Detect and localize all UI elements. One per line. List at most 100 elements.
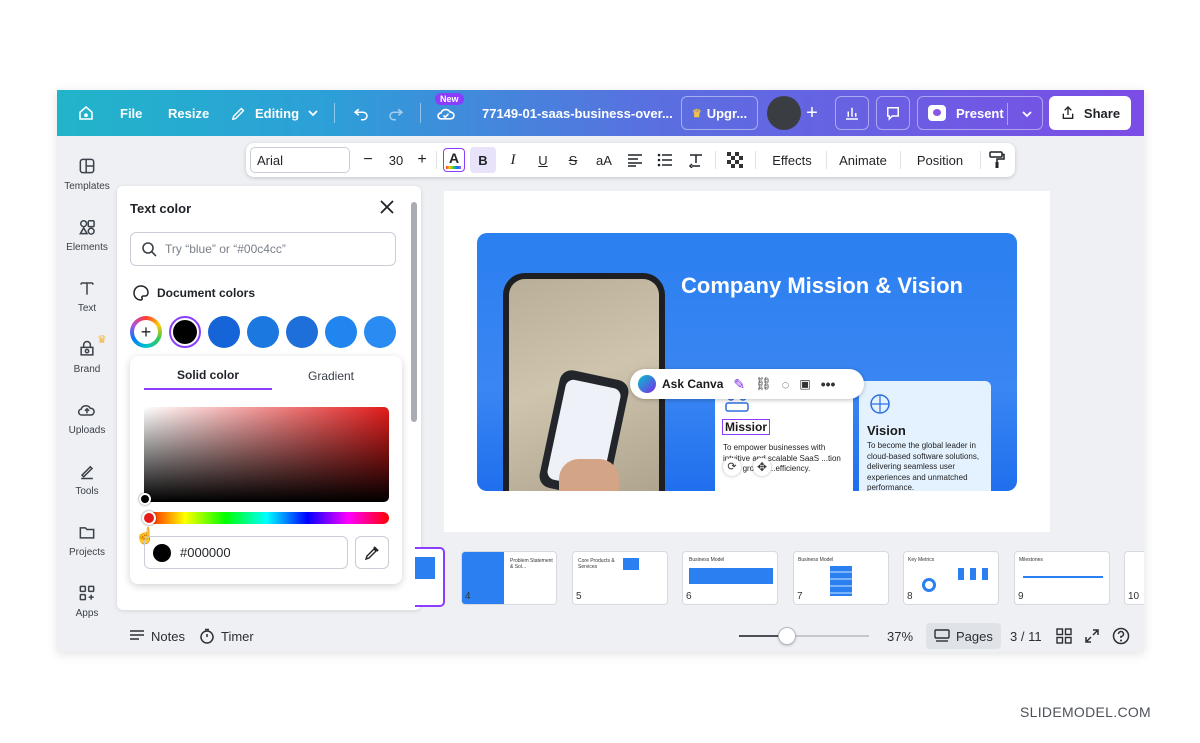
vision-heading[interactable]: Vision bbox=[867, 423, 906, 438]
insights-button[interactable] bbox=[835, 96, 869, 130]
animate-button[interactable]: Animate bbox=[832, 143, 894, 177]
underline-button[interactable]: U bbox=[532, 143, 554, 177]
panel-scrollbar[interactable] bbox=[411, 194, 417, 604]
plus-icon: + bbox=[134, 320, 158, 344]
list-icon[interactable] bbox=[654, 143, 676, 177]
add-collaborator-icon[interactable]: + bbox=[801, 96, 823, 130]
resize-menu[interactable]: Resize bbox=[168, 90, 209, 136]
strikethrough-button[interactable]: S bbox=[562, 143, 584, 177]
sidebar-item-templates[interactable]: Templates bbox=[57, 156, 117, 212]
color-swatch[interactable] bbox=[325, 316, 357, 348]
font-size-input[interactable]: 30 bbox=[382, 143, 410, 177]
redo-icon[interactable] bbox=[383, 96, 409, 130]
ask-canva-button[interactable]: Ask Canva bbox=[662, 377, 723, 391]
sidebar-item-text[interactable]: Text bbox=[57, 278, 117, 334]
thumbnail-title: Business Model bbox=[798, 557, 834, 563]
rotate-handle-icon[interactable]: ⟳ bbox=[723, 458, 741, 476]
slide-hero-banner[interactable]: Company Mission & Vision Missior To empo… bbox=[477, 233, 1017, 491]
vision-text[interactable]: To become the global leader in cloud-bas… bbox=[867, 441, 989, 491]
page-thumbnail-10[interactable]: 10 bbox=[1124, 551, 1144, 605]
fullscreen-icon[interactable] bbox=[1084, 620, 1100, 652]
decrease-font-size-button[interactable]: − bbox=[358, 143, 378, 177]
effects-button[interactable]: Effects bbox=[764, 143, 820, 177]
grid-view-icon[interactable] bbox=[1056, 620, 1072, 652]
zoom-level[interactable]: 37% bbox=[887, 620, 913, 652]
page-thumbnail-7[interactable]: Business Model 7 bbox=[793, 551, 889, 605]
increase-font-size-button[interactable]: + bbox=[412, 143, 432, 177]
hex-value[interactable]: #000000 bbox=[180, 545, 231, 560]
pages-button[interactable]: Pages bbox=[926, 623, 1001, 649]
undo-icon[interactable] bbox=[348, 96, 374, 130]
tab-gradient[interactable]: Gradient bbox=[272, 362, 390, 390]
chevron-down-icon[interactable] bbox=[1021, 108, 1033, 120]
eyedropper-button[interactable] bbox=[355, 536, 389, 569]
page-thumbnail-6[interactable]: Business Model 6 bbox=[682, 551, 778, 605]
sidebar-item-brand[interactable]: Brand ♛ bbox=[57, 334, 117, 395]
avatar[interactable] bbox=[767, 96, 801, 130]
sidebar-item-projects[interactable]: Projects bbox=[57, 522, 117, 578]
sidebar-item-uploads[interactable]: Uploads bbox=[57, 400, 117, 456]
page-thumbnail-8[interactable]: Key Metrics 8 bbox=[903, 551, 999, 605]
mission-text[interactable]: To empower businesses with intuitive and… bbox=[723, 443, 845, 475]
sidebar-item-apps[interactable]: Apps bbox=[57, 583, 117, 639]
color-swatch-selected[interactable] bbox=[169, 316, 201, 348]
zoom-slider[interactable] bbox=[739, 627, 869, 645]
present-button[interactable]: Present bbox=[917, 96, 1043, 130]
paint-roller-icon[interactable] bbox=[986, 143, 1008, 177]
vision-card[interactable]: Vision To become the global leader in cl… bbox=[859, 381, 991, 491]
mission-heading[interactable]: Missior bbox=[722, 419, 771, 435]
color-search-field[interactable]: Try “blue” or “#00c4cc” bbox=[130, 232, 396, 266]
text-color-button[interactable]: A bbox=[441, 143, 467, 177]
document-title[interactable]: 77149-01-saas-business-over... bbox=[482, 90, 673, 136]
align-left-icon[interactable] bbox=[624, 143, 646, 177]
add-color-button[interactable]: + bbox=[130, 316, 162, 348]
link-icon[interactable]: ⛓ bbox=[755, 376, 772, 392]
page-thumbnail-4[interactable]: Problem Statement & Sol... 4 bbox=[461, 551, 557, 605]
home-icon[interactable] bbox=[73, 96, 99, 130]
page-thumbnail-9[interactable]: Milestones 9 bbox=[1014, 551, 1110, 605]
current-page-thumbnail[interactable] bbox=[415, 547, 445, 607]
ask-canva-toolbar: Ask Canva ✎ ⛓ ◌ ▣ ••• bbox=[630, 369, 864, 399]
spacing-icon[interactable] bbox=[685, 143, 707, 177]
hue-slider[interactable] bbox=[142, 511, 389, 525]
page-thumbnail-5[interactable]: Core Products & Services 5 bbox=[572, 551, 668, 605]
help-icon[interactable] bbox=[1112, 620, 1130, 652]
share-button[interactable]: Share bbox=[1049, 96, 1131, 130]
font-family-select[interactable]: Arial bbox=[250, 147, 350, 173]
saturation-handle[interactable] bbox=[139, 493, 151, 505]
bold-button[interactable]: B bbox=[470, 147, 496, 173]
comment-button[interactable] bbox=[876, 96, 910, 130]
saturation-field[interactable] bbox=[139, 407, 389, 505]
close-icon[interactable] bbox=[377, 197, 397, 217]
notes-button[interactable]: Notes bbox=[129, 620, 185, 652]
position-button[interactable]: Position bbox=[906, 143, 974, 177]
zoom-slider-handle[interactable] bbox=[778, 627, 796, 645]
thumbnail-title: Problem Statement & Sol... bbox=[510, 558, 553, 570]
timer-button[interactable]: Timer bbox=[199, 620, 254, 652]
italic-button[interactable]: I bbox=[502, 143, 524, 177]
slide-canvas[interactable]: Company Mission & Vision Missior To empo… bbox=[444, 191, 1050, 532]
editing-label: Editing bbox=[255, 105, 300, 121]
upgrade-button[interactable]: ♛ Upgr... bbox=[681, 96, 758, 130]
magic-wand-icon[interactable]: ✎ bbox=[733, 376, 745, 393]
sidebar-item-elements[interactable]: Elements bbox=[57, 217, 117, 273]
editing-menu[interactable]: Editing bbox=[230, 90, 319, 136]
more-options-icon[interactable]: ••• bbox=[821, 376, 836, 392]
bottom-bar: Notes Timer 37% Pages 3 / 11 bbox=[117, 620, 1144, 652]
hex-input-field[interactable]: #000000 bbox=[144, 536, 348, 569]
tab-solid-color[interactable]: Solid color bbox=[144, 362, 272, 390]
hue-handle[interactable] bbox=[142, 511, 156, 525]
letter-case-button[interactable]: aA bbox=[592, 143, 616, 177]
color-swatch[interactable] bbox=[286, 316, 318, 348]
slide-title[interactable]: Company Mission & Vision bbox=[681, 273, 963, 299]
move-handle-icon[interactable]: ✥ bbox=[753, 458, 771, 476]
transparency-icon[interactable] bbox=[724, 143, 746, 177]
file-menu[interactable]: File bbox=[120, 90, 142, 136]
color-swatch[interactable] bbox=[364, 316, 396, 348]
sidebar-item-tools[interactable]: Tools bbox=[57, 461, 117, 517]
present-icon bbox=[928, 105, 946, 121]
lock-icon[interactable]: ▣ bbox=[799, 377, 810, 391]
color-swatch[interactable] bbox=[247, 316, 279, 348]
comment-add-icon[interactable]: ◌ bbox=[782, 377, 790, 392]
color-swatch[interactable] bbox=[208, 316, 240, 348]
